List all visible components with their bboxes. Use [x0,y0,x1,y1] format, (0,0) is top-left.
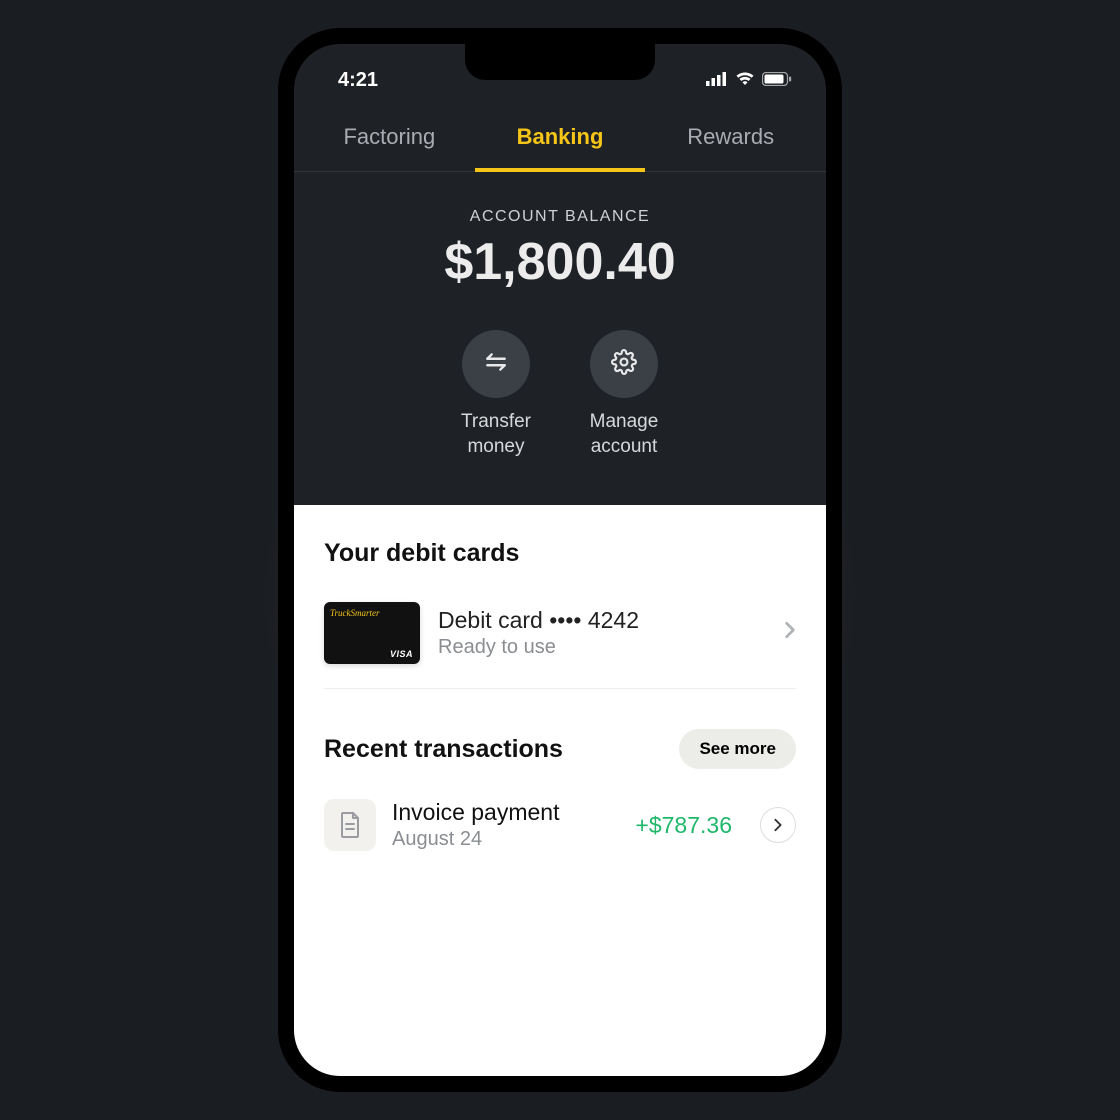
transfer-label: Transfer money [461,410,531,459]
see-more-button[interactable]: See more [679,729,796,769]
chevron-right-icon [784,621,796,645]
status-icons [706,69,792,92]
document-icon [324,799,376,851]
card-brand: TruckSmarter [330,608,414,618]
main-tabs: Factoring Banking Rewards [294,108,826,172]
debit-card-row[interactable]: TruckSmarter VISA Debit card •••• 4242 R… [324,594,796,689]
transaction-amount: +$787.36 [635,812,732,839]
tab-factoring[interactable]: Factoring [304,108,475,171]
content-sheet: Your debit cards TruckSmarter VISA Debit… [294,505,826,1076]
visa-logo: VISA [390,649,413,659]
wifi-icon [735,69,755,92]
manage-account-button[interactable]: Manage account [574,330,674,459]
balance-label: ACCOUNT BALANCE [294,208,826,226]
phone-screen: 4:21 Factoring Banking Rewards ACCOUNT B… [294,44,826,1076]
phone-frame: 4:21 Factoring Banking Rewards ACCOUNT B… [280,30,840,1090]
phone-notch [465,44,655,80]
transaction-date: August 24 [392,828,619,851]
transaction-row[interactable]: Invoice payment August 24 +$787.36 [324,793,796,857]
manage-label: Manage account [590,410,659,459]
transfer-money-button[interactable]: Transfer money [446,330,546,459]
gear-icon [611,349,637,380]
transaction-title: Invoice payment [392,799,619,826]
action-buttons: Transfer money Manage account [294,302,826,505]
debit-cards-title: Your debit cards [324,539,796,568]
balance-section: ACCOUNT BALANCE $1,800.40 [294,172,826,302]
transaction-detail-button[interactable] [760,807,796,843]
transfer-icon [483,349,509,380]
status-time: 4:21 [338,69,378,92]
card-title: Debit card •••• 4242 [438,607,766,634]
tab-rewards[interactable]: Rewards [645,108,816,171]
signal-icon [706,69,728,92]
transactions-title: Recent transactions [324,735,563,764]
tab-banking[interactable]: Banking [475,108,646,172]
card-thumbnail: TruckSmarter VISA [324,602,420,664]
balance-amount: $1,800.40 [294,232,826,292]
battery-icon [762,69,792,92]
card-status: Ready to use [438,636,766,659]
